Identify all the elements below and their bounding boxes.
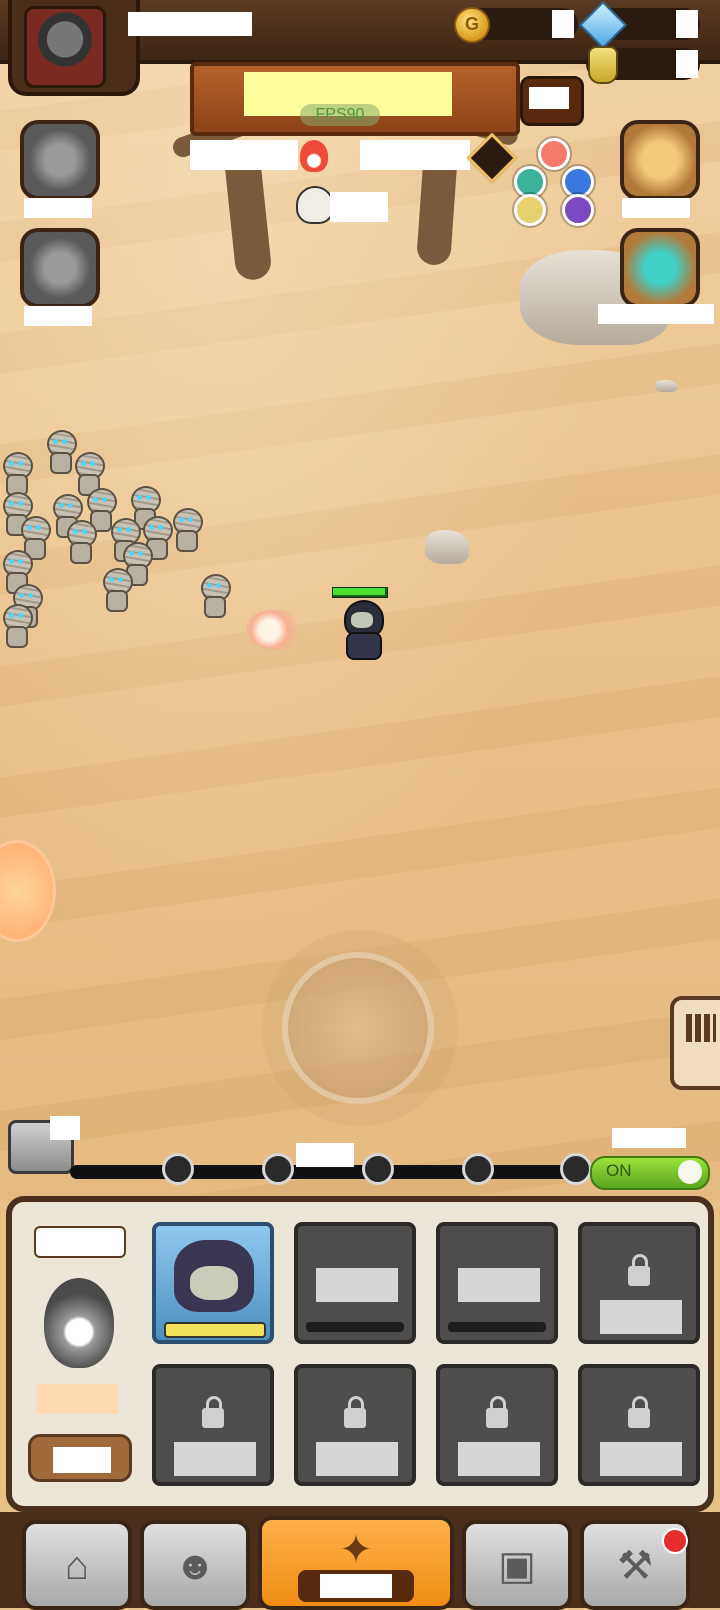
wave-key-icon bbox=[362, 1153, 394, 1185]
lock-icon bbox=[202, 1396, 224, 1428]
gem-amount bbox=[676, 10, 698, 38]
mummy-enemy bbox=[170, 508, 203, 552]
fps-counter: FPS90 bbox=[300, 104, 380, 126]
hero-slot-locked[interactable] bbox=[152, 1364, 274, 1486]
damage-stats-button[interactable] bbox=[670, 996, 720, 1090]
mummy-enemy bbox=[64, 520, 97, 564]
slot-label bbox=[458, 1442, 540, 1476]
deck-header-box bbox=[34, 1226, 126, 1258]
quest-scroll-label bbox=[622, 198, 690, 218]
bar-chart-icon bbox=[686, 1014, 716, 1042]
deck-power-value bbox=[36, 1384, 118, 1414]
slot-label bbox=[316, 1268, 398, 1302]
wave-counter bbox=[296, 1143, 354, 1167]
slot-label bbox=[316, 1442, 398, 1476]
hero-level-bar bbox=[164, 1322, 266, 1338]
slot-label bbox=[174, 1442, 256, 1476]
mummy-enemy bbox=[72, 452, 105, 496]
nav-inventory-button[interactable]: ▣ bbox=[462, 1520, 572, 1610]
potion-amount bbox=[676, 50, 698, 78]
hero-slot-locked[interactable] bbox=[436, 1364, 558, 1486]
hero-slot-hero[interactable] bbox=[152, 1222, 274, 1344]
slot-label bbox=[458, 1268, 540, 1302]
quest-scroll-button[interactable] bbox=[620, 120, 700, 200]
enemy-stat-right bbox=[360, 140, 470, 170]
trophy-crest-button[interactable] bbox=[20, 228, 100, 308]
hero-slot-locked[interactable] bbox=[578, 1222, 700, 1344]
wave-key-icon bbox=[162, 1153, 194, 1185]
small-rock bbox=[425, 530, 469, 564]
skull-icon bbox=[296, 186, 334, 224]
auto-toggle-label: ON bbox=[606, 1161, 632, 1180]
hero-slot-locked[interactable] bbox=[294, 1364, 416, 1486]
potion-icon bbox=[588, 46, 618, 84]
gold-amount bbox=[552, 10, 574, 38]
deck-action-button[interactable] bbox=[28, 1434, 132, 1482]
wave-progress-bar bbox=[70, 1165, 590, 1179]
wave-reward-count bbox=[50, 1116, 80, 1140]
enemy-stat-left bbox=[190, 140, 298, 170]
slot-bar bbox=[448, 1322, 546, 1332]
inventory-bag-icon: ▣ bbox=[498, 1544, 536, 1588]
treasure-chest-label bbox=[598, 304, 714, 324]
fire-element-icon bbox=[538, 138, 570, 170]
nav-shop-button[interactable]: ⌂ bbox=[22, 1520, 132, 1610]
mummy-enemy bbox=[0, 452, 33, 496]
kill-counter bbox=[330, 192, 388, 222]
lock-icon bbox=[628, 1254, 650, 1286]
clover-buff-button[interactable] bbox=[20, 120, 100, 200]
lock-icon bbox=[344, 1396, 366, 1428]
toggle-knob[interactable] bbox=[678, 1160, 702, 1184]
clover-buff-label bbox=[24, 198, 92, 218]
hero-slot-locked[interactable] bbox=[578, 1364, 700, 1486]
wave-key-icon bbox=[262, 1153, 294, 1185]
auto-label bbox=[612, 1128, 686, 1148]
pebble bbox=[655, 380, 677, 392]
nav-battle-label bbox=[298, 1570, 414, 1602]
lock-icon bbox=[486, 1396, 508, 1428]
mummy-enemy bbox=[198, 574, 231, 618]
nav-battle-text bbox=[320, 1574, 392, 1598]
deck-element-panel bbox=[22, 1214, 142, 1498]
hero-icon: ☻ bbox=[173, 1544, 217, 1588]
flame-icon bbox=[44, 1278, 114, 1368]
deck-action-label bbox=[53, 1447, 111, 1473]
notification-badge bbox=[662, 1528, 688, 1554]
hero-robe bbox=[346, 632, 382, 660]
stage-info-button[interactable] bbox=[520, 76, 584, 126]
hooded-mage-hero bbox=[336, 598, 388, 660]
nav-hero-button[interactable]: ☻ bbox=[140, 1520, 250, 1610]
hero-face bbox=[351, 612, 373, 628]
slot-bar bbox=[306, 1322, 404, 1332]
treasure-chest-button[interactable] bbox=[620, 228, 700, 308]
fire-element-icon bbox=[300, 140, 328, 172]
shop-icon: ⌂ bbox=[64, 1544, 90, 1588]
mummy-enemy bbox=[100, 568, 133, 612]
lock-icon bbox=[628, 1396, 650, 1428]
hero-slot-face bbox=[190, 1266, 238, 1300]
hero-slot-empty[interactable] bbox=[294, 1222, 416, 1344]
map-compass-icon: ✦ bbox=[339, 1528, 373, 1572]
dark-element-icon bbox=[562, 194, 594, 226]
player-name bbox=[128, 12, 252, 36]
wave-key-icon bbox=[560, 1153, 592, 1185]
hero-slot-empty[interactable] bbox=[436, 1222, 558, 1344]
mummy-enemy bbox=[0, 604, 33, 648]
gold-coin-icon: G bbox=[454, 7, 490, 43]
mummy-enemy bbox=[44, 430, 77, 474]
light-element-icon bbox=[514, 194, 546, 226]
knight-helmet-avatar-icon[interactable] bbox=[24, 6, 106, 88]
hero-health-fill bbox=[333, 588, 385, 595]
slot-label bbox=[600, 1442, 682, 1476]
nav-battle-button[interactable]: ✦ bbox=[258, 1516, 454, 1610]
trophy-crest-label bbox=[24, 306, 92, 326]
virtual-joystick-thumb[interactable] bbox=[282, 952, 434, 1104]
stage-number bbox=[529, 87, 569, 109]
slot-label bbox=[600, 1300, 682, 1334]
wave-key-icon bbox=[462, 1153, 494, 1185]
